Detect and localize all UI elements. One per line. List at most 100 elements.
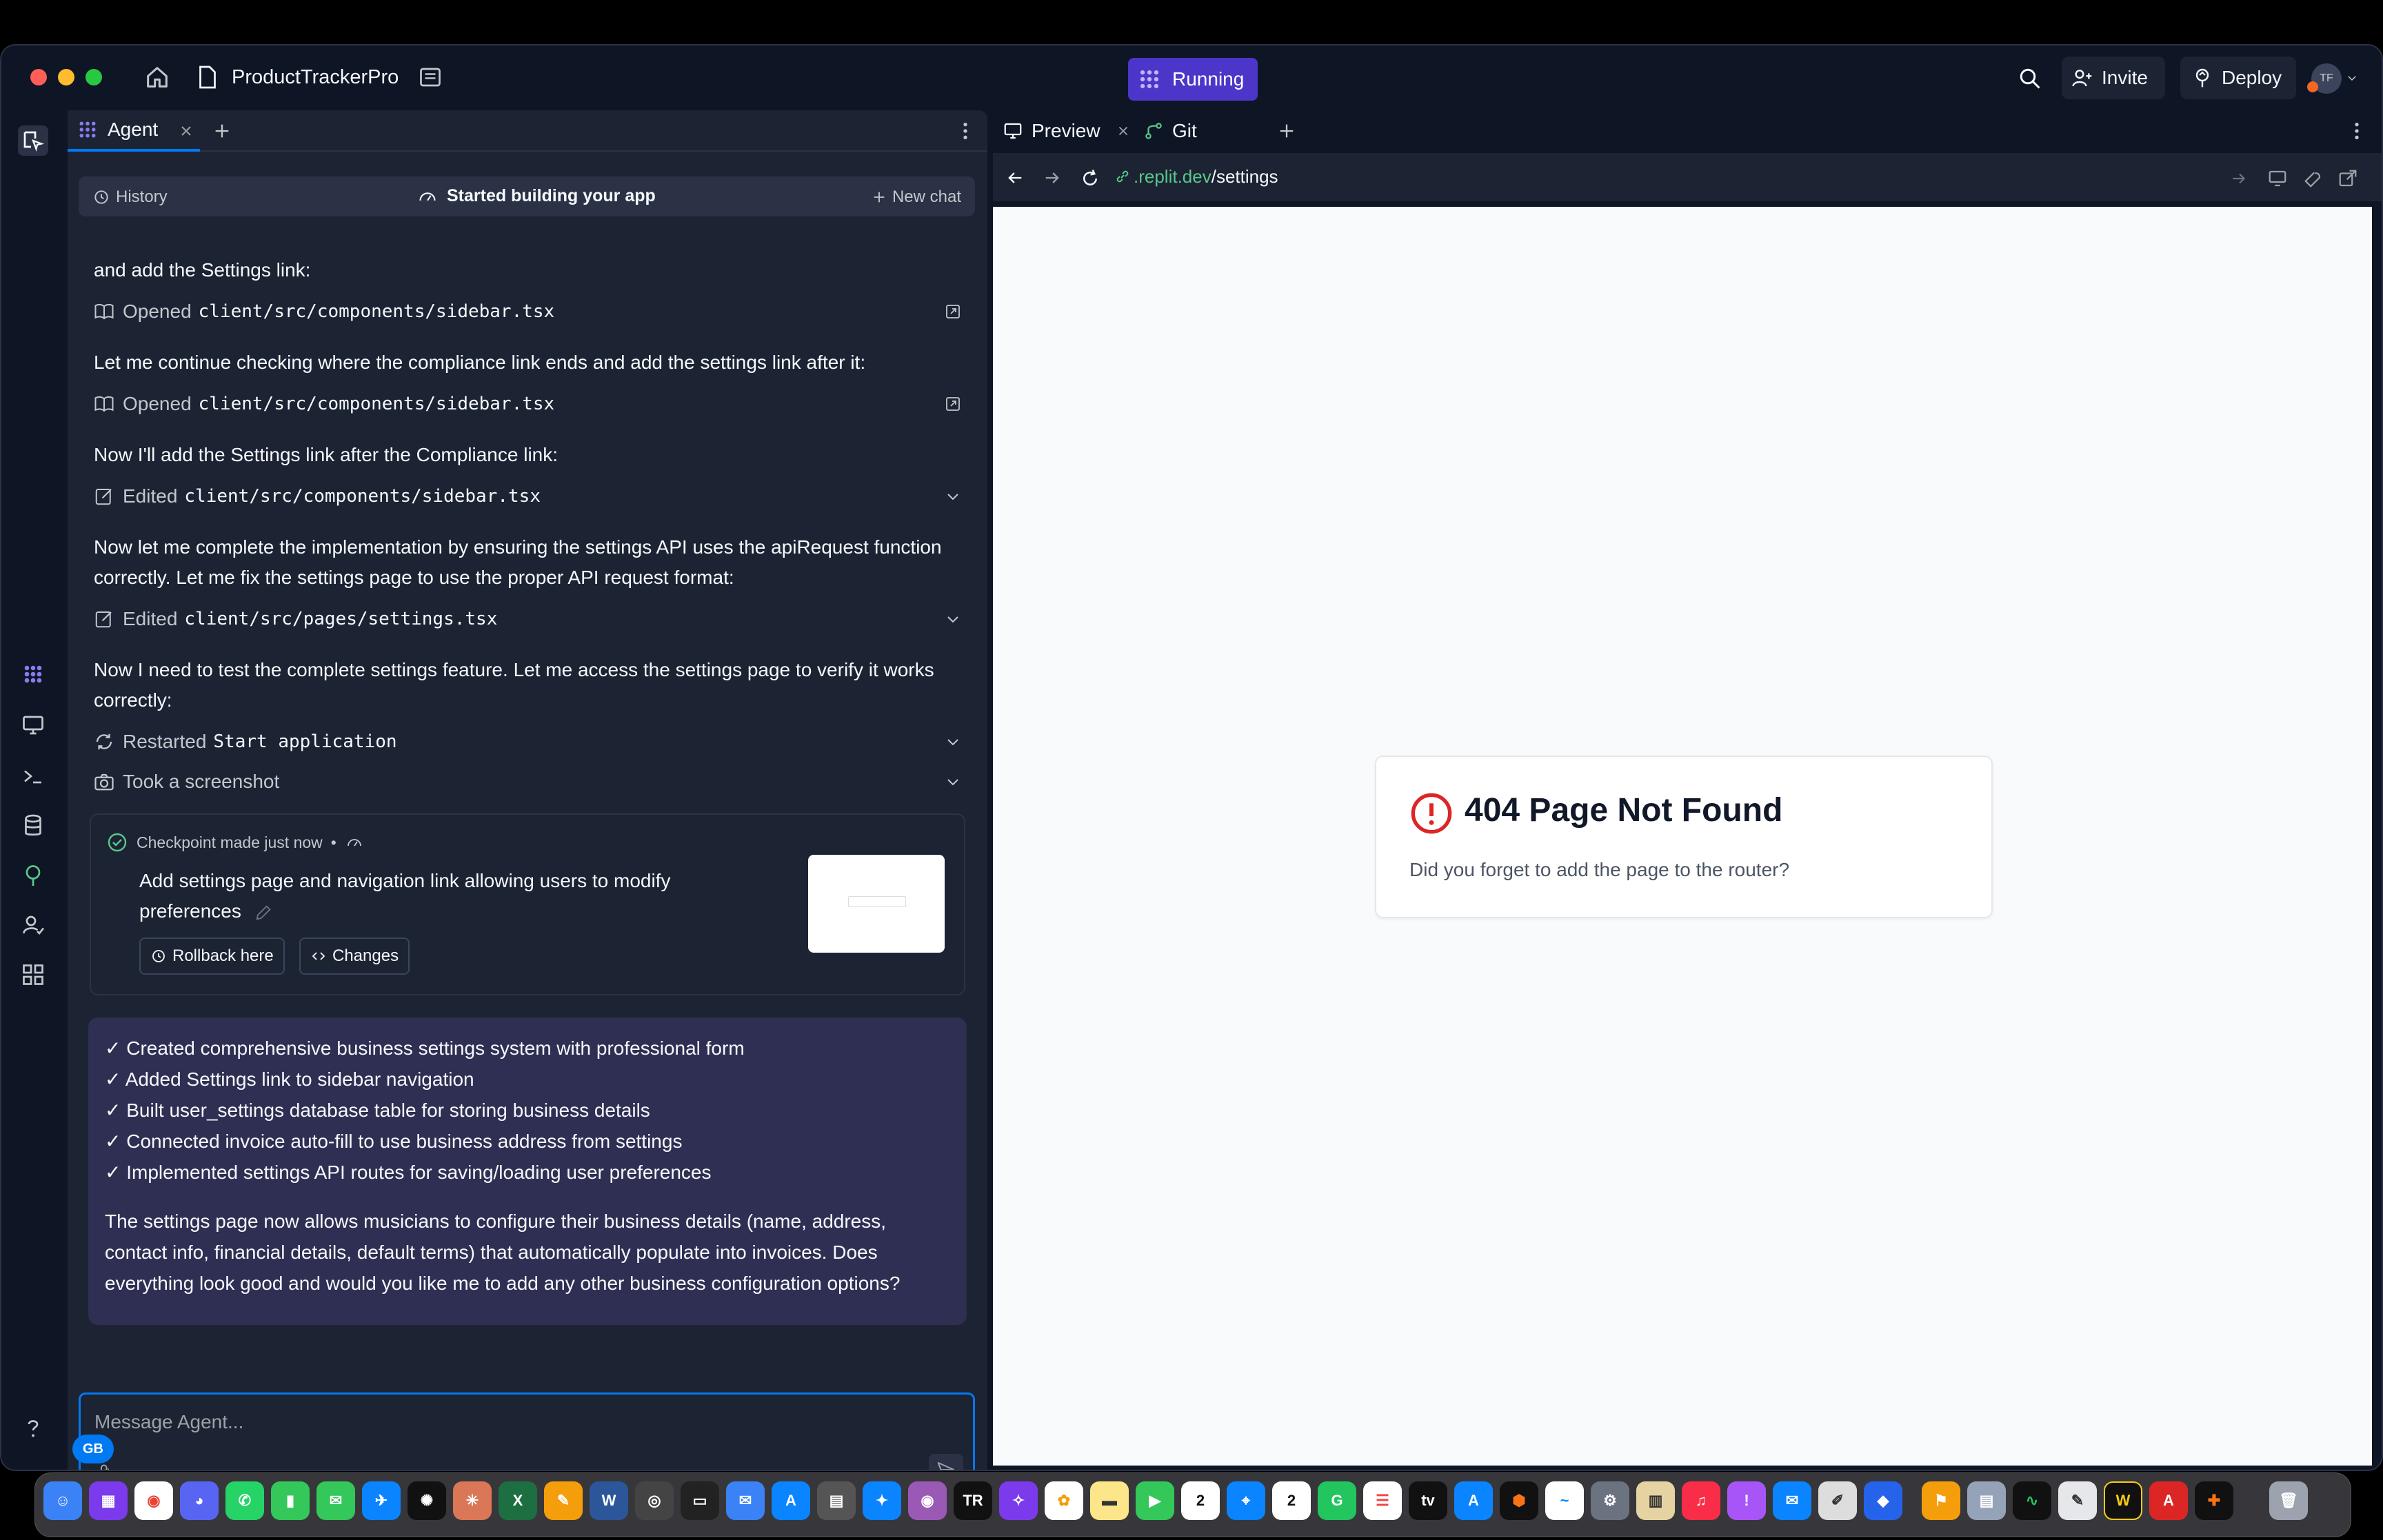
chatgpt-icon[interactable]: ✺ bbox=[408, 1481, 446, 1520]
new-chat-button[interactable]: New chat bbox=[872, 188, 961, 207]
notes-icon[interactable]: ▬ bbox=[1090, 1481, 1129, 1520]
figma-icon[interactable]: ✚ bbox=[2195, 1481, 2233, 1520]
chevron-down-icon[interactable] bbox=[945, 773, 961, 790]
preview-app-icon[interactable]: ▤ bbox=[1967, 1481, 2006, 1520]
word-icon[interactable]: W bbox=[590, 1481, 628, 1520]
go-arrow-icon[interactable] bbox=[2230, 170, 2248, 188]
agent-action-row[interactable]: Edited client/src/pages/settings.tsx bbox=[94, 604, 969, 634]
checkpoint-screenshot-thumbnail[interactable] bbox=[808, 855, 945, 953]
github-desktop-icon[interactable]: ◎ bbox=[635, 1481, 674, 1520]
calendar-2-icon[interactable]: 2 bbox=[1272, 1481, 1311, 1520]
app-store-connect-icon[interactable]: A bbox=[772, 1481, 810, 1520]
apple-tv-icon[interactable]: tv bbox=[1409, 1481, 1447, 1520]
acrobat-icon[interactable]: A bbox=[2149, 1481, 2188, 1520]
feedback-icon[interactable]: ! bbox=[1727, 1481, 1766, 1520]
changes-button[interactable]: Changes bbox=[299, 938, 410, 975]
agent-action-row[interactable]: Took a screenshot bbox=[94, 767, 969, 797]
home-icon[interactable] bbox=[143, 63, 171, 91]
freeform-icon[interactable]: ~ bbox=[1545, 1481, 1584, 1520]
maximize-window-button[interactable] bbox=[86, 69, 102, 85]
add-tab-icon[interactable] bbox=[1277, 121, 1296, 141]
excel-icon[interactable]: X bbox=[499, 1481, 537, 1520]
chevron-down-icon[interactable] bbox=[2346, 72, 2358, 84]
system-settings-icon[interactable]: ⚙ bbox=[1591, 1481, 1629, 1520]
terminal-app-icon[interactable]: TR bbox=[954, 1481, 992, 1520]
launchpad-icon[interactable]: ▦ bbox=[89, 1481, 128, 1520]
tab-git[interactable]: Git bbox=[1143, 110, 1197, 152]
auth-user-icon[interactable] bbox=[21, 913, 46, 938]
close-icon[interactable] bbox=[1116, 123, 1131, 139]
database-icon[interactable] bbox=[21, 813, 46, 838]
chrome-icon[interactable]: ◉ bbox=[134, 1481, 173, 1520]
warp-icon[interactable]: ⬢ bbox=[1500, 1481, 1538, 1520]
reload-icon[interactable] bbox=[1080, 168, 1100, 189]
close-window-button[interactable] bbox=[30, 69, 47, 85]
project-title[interactable]: ProductTrackerPro bbox=[232, 66, 399, 89]
wps-icon[interactable]: W bbox=[2104, 1481, 2142, 1520]
sketch-icon[interactable]: ⚑ bbox=[1922, 1481, 1960, 1520]
shell-icon[interactable] bbox=[21, 764, 46, 789]
activity-monitor-icon[interactable]: ∿ bbox=[2013, 1481, 2051, 1520]
all-tools-grid-icon[interactable] bbox=[21, 962, 46, 987]
rollback-button[interactable]: Rollback here bbox=[139, 938, 285, 975]
add-tab-icon[interactable] bbox=[212, 121, 232, 141]
app-store-icon[interactable]: A bbox=[1454, 1481, 1493, 1520]
textedit-icon[interactable]: ✎ bbox=[2058, 1481, 2097, 1520]
send-button[interactable] bbox=[929, 1454, 963, 1470]
chevron-down-icon[interactable] bbox=[945, 733, 961, 750]
music-icon[interactable]: ♫ bbox=[1682, 1481, 1720, 1520]
more-options-icon[interactable] bbox=[2349, 120, 2365, 142]
history-button[interactable]: History bbox=[92, 188, 168, 207]
close-icon[interactable] bbox=[178, 123, 194, 139]
tab-agent[interactable]: Agent bbox=[68, 110, 200, 152]
deployments-icon[interactable] bbox=[21, 863, 46, 888]
message-input[interactable] bbox=[94, 1408, 922, 1436]
open-new-tab-icon[interactable] bbox=[2337, 168, 2358, 189]
final-cut-icon[interactable]: ▤ bbox=[817, 1481, 856, 1520]
photos-icon[interactable]: ✿ bbox=[1045, 1481, 1083, 1520]
whatsapp-icon[interactable]: ✆ bbox=[225, 1481, 264, 1520]
run-status-button[interactable]: Running bbox=[1128, 58, 1258, 101]
safari-icon[interactable]: ✦ bbox=[863, 1481, 901, 1520]
cursor-app-icon[interactable]: ✧ bbox=[999, 1481, 1038, 1520]
mail-icon[interactable]: ✉ bbox=[726, 1481, 765, 1520]
paperclip-icon[interactable] bbox=[94, 1463, 115, 1471]
agent-action-row[interactable]: Restarted Start application bbox=[94, 727, 969, 757]
reminders-icon[interactable]: ☰ bbox=[1363, 1481, 1402, 1520]
open-file-icon[interactable] bbox=[945, 396, 961, 412]
search-icon[interactable] bbox=[2018, 66, 2042, 91]
panel-layout-icon[interactable] bbox=[418, 65, 443, 90]
device-view-icon[interactable] bbox=[2267, 168, 2288, 189]
agent-action-row[interactable]: Opened client/src/components/sidebar.tsx bbox=[94, 296, 969, 327]
testflight-icon[interactable]: ✈ bbox=[362, 1481, 401, 1520]
forward-arrow-icon[interactable] bbox=[1043, 168, 1062, 188]
messages-icon[interactable]: ✉ bbox=[316, 1481, 355, 1520]
pages-icon[interactable]: ✎ bbox=[544, 1481, 583, 1520]
agent-action-row[interactable]: Edited client/src/components/sidebar.tsx bbox=[94, 481, 969, 511]
calendar-icon[interactable]: 2 bbox=[1181, 1481, 1220, 1520]
finder-icon[interactable]: ☺ bbox=[43, 1481, 82, 1520]
maps-icon[interactable]: ⌖ bbox=[1227, 1481, 1265, 1520]
deploy-button[interactable]: Deploy bbox=[2180, 57, 2296, 99]
help-icon[interactable] bbox=[21, 1416, 46, 1441]
messenger-icon[interactable]: ✉ bbox=[1773, 1481, 1811, 1520]
url-field[interactable]: .replit.dev/settings bbox=[1114, 161, 2204, 192]
archive-utility-icon[interactable]: ▥ bbox=[1636, 1481, 1675, 1520]
invite-button[interactable]: Invite bbox=[2062, 57, 2165, 99]
grammarly-icon[interactable]: G bbox=[1318, 1481, 1356, 1520]
more-options-icon[interactable] bbox=[957, 120, 974, 142]
open-file-icon[interactable] bbox=[945, 303, 961, 320]
tab-preview[interactable]: Preview bbox=[1003, 110, 1131, 152]
pencil-app-icon[interactable]: ✐ bbox=[1818, 1481, 1857, 1520]
chevron-down-icon[interactable] bbox=[945, 611, 961, 627]
numbers-icon[interactable]: ▮ bbox=[271, 1481, 310, 1520]
preview-monitor-icon[interactable] bbox=[21, 713, 46, 738]
facetime-icon[interactable]: ▶ bbox=[1136, 1481, 1174, 1520]
agent-action-row[interactable]: Opened client/src/components/sidebar.tsx bbox=[94, 389, 969, 419]
display-icon[interactable]: ▭ bbox=[681, 1481, 719, 1520]
claude-icon[interactable]: ✳ bbox=[453, 1481, 492, 1520]
podcasts-icon[interactable]: ◉ bbox=[908, 1481, 947, 1520]
devtools-wrench-icon[interactable] bbox=[2303, 168, 2324, 189]
agent-icon[interactable] bbox=[21, 662, 46, 687]
roblox-icon[interactable]: ◆ bbox=[1864, 1481, 1902, 1520]
